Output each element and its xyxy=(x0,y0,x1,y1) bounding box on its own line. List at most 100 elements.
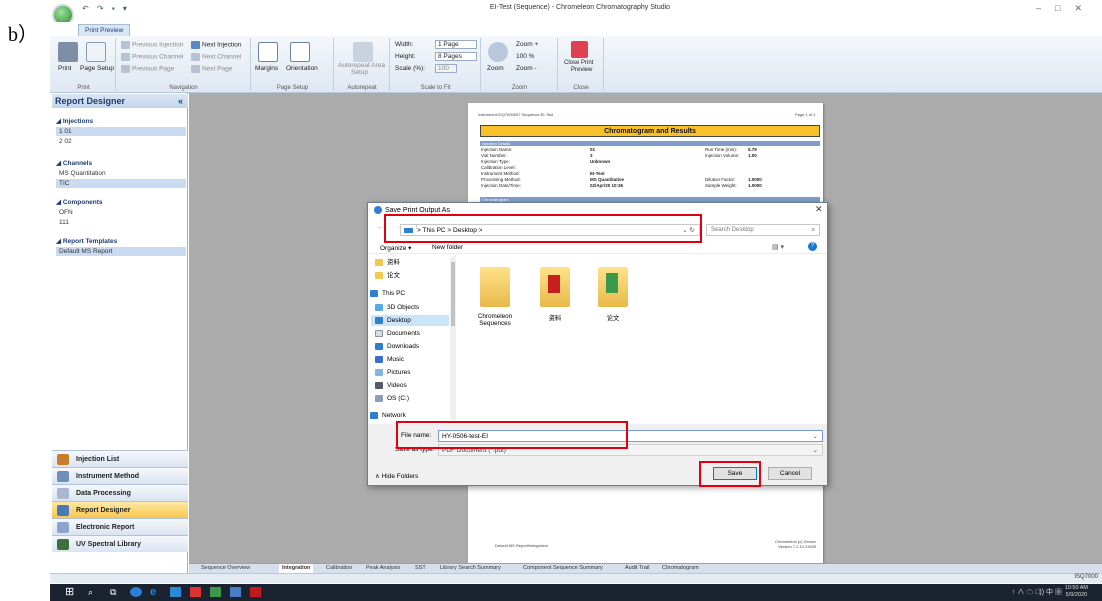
view-options-icon[interactable]: ▤ ▾ xyxy=(772,243,784,251)
zoom-out-button[interactable]: Zoom - xyxy=(516,65,537,72)
injection-item[interactable]: 2 02 xyxy=(56,137,186,146)
window-controls[interactable]: –□✕ xyxy=(1036,3,1096,14)
channel-item[interactable]: TIC xyxy=(56,179,186,188)
search-icon[interactable]: ⌕ xyxy=(88,587,93,598)
tab-calibration[interactable]: Calibration xyxy=(323,564,355,573)
injections-header[interactable]: ◢ Injections xyxy=(56,117,93,125)
height-select[interactable]: 8 Pages xyxy=(435,52,477,61)
nav-data-processing[interactable]: Data Processing xyxy=(52,484,188,501)
orientation-button[interactable]: Orientation xyxy=(286,65,318,72)
nav-item[interactable]: 资料 xyxy=(375,257,449,268)
injection-item[interactable]: 1 01 xyxy=(56,127,186,136)
margins-button[interactable]: Margins xyxy=(255,65,278,72)
next-channel-button[interactable]: Next Channel xyxy=(191,53,241,61)
autorepeat-icon[interactable] xyxy=(353,42,373,62)
nav-electronic-report[interactable]: Electronic Report xyxy=(52,518,188,535)
close-icon[interactable]: ✕ xyxy=(1074,3,1096,13)
zoom-icon[interactable] xyxy=(488,42,508,62)
nav-item[interactable]: 3D Objects xyxy=(375,302,449,313)
tab-sst[interactable]: SST xyxy=(412,564,429,573)
close-print-preview-button[interactable]: Close Print xyxy=(564,60,593,66)
nav-this-pc[interactable]: This PC xyxy=(370,288,449,299)
component-item[interactable]: 111 xyxy=(56,218,186,227)
nav-item[interactable]: Music xyxy=(375,354,449,365)
search-desktop-input[interactable]: Search Desktop ⌕ xyxy=(706,224,820,236)
component-item[interactable]: OFN xyxy=(56,208,186,217)
restore-icon[interactable]: □ xyxy=(1055,3,1074,13)
nav-item[interactable]: Documents xyxy=(375,328,449,339)
margins-icon[interactable] xyxy=(258,42,278,62)
hide-folders-button[interactable]: ∧ Hide Folders xyxy=(375,472,418,480)
page-setup-icon[interactable] xyxy=(86,42,106,62)
organize-button[interactable]: Organize ▾ xyxy=(380,244,411,252)
print-button[interactable]: Print xyxy=(58,65,71,72)
components-header[interactable]: ◢ Components xyxy=(56,198,103,206)
close-preview-icon[interactable] xyxy=(571,41,588,58)
nav-item[interactable]: 论文 xyxy=(375,270,449,281)
folder-label[interactable]: Chromeleon Sequences xyxy=(470,313,520,327)
dialog-close-icon[interactable]: ✕ xyxy=(815,204,823,215)
edge-icon[interactable] xyxy=(130,587,142,597)
windows-start-icon[interactable]: ⊞ xyxy=(65,587,74,598)
printer-icon[interactable] xyxy=(58,42,78,62)
channel-item[interactable]: MS Quantitation xyxy=(56,169,186,178)
scrollbar-thumb[interactable] xyxy=(451,262,455,326)
previous-channel-button[interactable]: Previous Channel xyxy=(121,53,183,61)
collapse-icon[interactable]: « xyxy=(178,94,183,108)
nav-desktop[interactable]: Desktop xyxy=(371,315,449,326)
next-injection-button[interactable]: Next Injection xyxy=(191,41,241,49)
folder-label[interactable]: 资料 xyxy=(530,313,580,322)
scale-input[interactable]: 100 xyxy=(435,64,457,73)
task-view-icon[interactable]: ⧉ xyxy=(110,587,116,598)
pdf-icon[interactable] xyxy=(250,587,261,597)
folder-icon[interactable] xyxy=(540,267,570,307)
tab-print-preview[interactable]: Print Preview xyxy=(78,24,131,36)
orientation-icon[interactable] xyxy=(290,42,310,62)
cancel-button[interactable]: Cancel xyxy=(768,467,812,480)
next-page-button[interactable]: Next Page xyxy=(191,65,232,73)
help-icon[interactable]: ? xyxy=(808,242,817,251)
nav-instrument-method[interactable]: Instrument Method xyxy=(52,467,188,484)
minimize-icon[interactable]: – xyxy=(1036,3,1055,13)
nav-uv-spectral-library[interactable]: UV Spectral Library xyxy=(52,535,188,552)
width-select[interactable]: 1 Page xyxy=(435,40,477,49)
channels-header[interactable]: ◢ Channels xyxy=(56,159,92,167)
tab-library-search-summary[interactable]: Library Search Summary xyxy=(437,564,504,573)
nav-item[interactable]: OS (C:) xyxy=(375,393,449,404)
report-templates-header[interactable]: ◢ Report Templates xyxy=(56,237,117,245)
folder-icon[interactable] xyxy=(480,267,510,307)
tab-chromatogram[interactable]: Chromatogram xyxy=(659,564,702,573)
tab-peak-analysis[interactable]: Peak Analysis xyxy=(363,564,403,573)
quick-access-toolbar[interactable]: ↶ ↷ ▪ ▾ xyxy=(82,4,130,13)
nav-report-designer[interactable]: Report Designer xyxy=(52,501,188,518)
chromeleon-icon[interactable] xyxy=(210,587,221,597)
system-tray[interactable]: ↑ ∧ ☁ □)) 中 ▦ xyxy=(1012,587,1062,597)
previous-injection-button[interactable]: Previous Injection xyxy=(121,41,183,49)
chevron-down-icon[interactable]: ⌄ xyxy=(813,445,818,456)
folder-label[interactable]: 论文 xyxy=(588,313,638,322)
mail-icon[interactable] xyxy=(170,587,181,597)
tab-component-sequence-summary[interactable]: Component Sequence Summary xyxy=(520,564,606,573)
new-folder-button[interactable]: New folder xyxy=(432,244,463,251)
tab-integration[interactable]: Integration xyxy=(279,564,314,573)
nav-item[interactable]: Videos xyxy=(375,380,449,391)
zoom-button[interactable]: Zoom xyxy=(487,65,504,72)
clock[interactable]: 10:50 AM 5/9/2020 xyxy=(1065,585,1088,598)
explorer-icon[interactable] xyxy=(230,587,241,597)
nav-network[interactable]: Network xyxy=(370,410,449,421)
folder-icon[interactable] xyxy=(598,267,628,307)
previous-page-button[interactable]: Previous Page xyxy=(121,65,174,73)
tab-audit-trail[interactable]: Audit Trail xyxy=(622,564,652,573)
nav-item[interactable]: Downloads xyxy=(375,341,449,352)
nav-item[interactable]: Pictures xyxy=(375,367,449,378)
nav-injection-list[interactable]: Injection List xyxy=(52,450,188,467)
autorepeat-setup-button[interactable]: Autorepeat Area xyxy=(338,62,385,69)
template-item[interactable]: Default MS Report xyxy=(56,247,186,256)
zoom-in-button[interactable]: Zoom + xyxy=(516,41,538,48)
tab-sequence-overview[interactable]: Sequence Overview xyxy=(198,564,253,573)
zoom-100-button[interactable]: 100 % xyxy=(516,53,534,60)
page-setup-button[interactable]: Page Setup xyxy=(80,65,114,72)
chevron-down-icon[interactable]: ⌄ xyxy=(813,431,818,442)
ie-icon[interactable]: e xyxy=(150,587,156,598)
app-icon[interactable] xyxy=(190,587,201,597)
